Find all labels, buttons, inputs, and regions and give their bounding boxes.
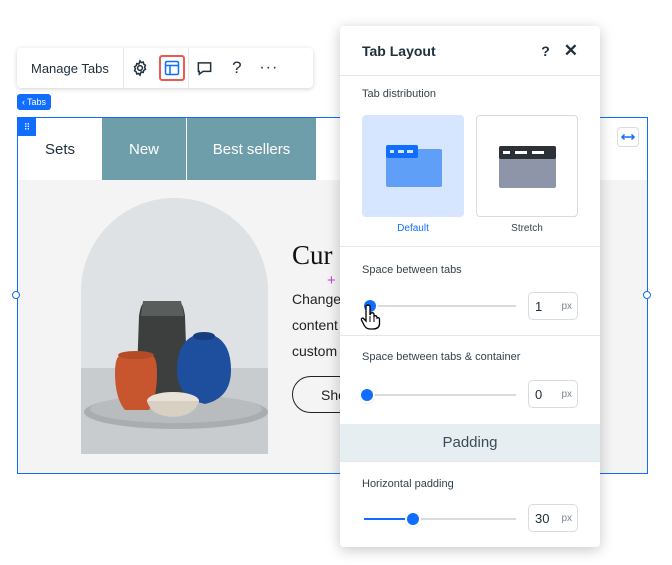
tabs-tag-label: Tabs	[27, 97, 47, 107]
tab-distribution-label: Tab distribution	[362, 88, 436, 100]
drag-handle[interactable]: ⠿	[18, 118, 36, 136]
drag-dots-icon: ⠿	[23, 121, 31, 132]
horizontal-padding-value: 30	[535, 510, 550, 526]
more-button[interactable]: ···	[253, 48, 285, 88]
horizontal-padding-input[interactable]: 30 px	[528, 504, 578, 532]
layout-button[interactable]	[156, 48, 188, 88]
comment-icon	[197, 61, 212, 76]
comment-button[interactable]	[189, 48, 221, 88]
space-container-track[interactable]	[364, 394, 516, 396]
panel-title: Tab Layout	[362, 42, 436, 59]
hand-cursor-icon	[360, 304, 381, 330]
distribution-default-option[interactable]	[362, 115, 464, 217]
panel-header: Tab Layout ? ✕	[340, 26, 600, 76]
layout-highlight	[158, 55, 185, 81]
horizontal-padding-knob[interactable]	[407, 513, 419, 525]
tabs-breadcrumb-tag[interactable]: ‹ Tabs	[17, 94, 52, 110]
space-container-input[interactable]: 0 px	[528, 380, 578, 408]
horizontal-padding-section: Horizontal padding 30 px	[340, 462, 600, 547]
px-unit-label: px	[561, 512, 572, 524]
tab-layout-panel: Tab Layout ? ✕ Tab distribution Default	[340, 26, 600, 547]
padding-section-header: Padding	[340, 424, 600, 462]
space-between-tabs-track[interactable]	[364, 305, 516, 307]
gear-icon	[133, 59, 147, 77]
space-container-section: Space between tabs & container 0 px	[340, 336, 600, 424]
resize-handle-left[interactable]	[12, 291, 20, 299]
px-unit-label: px	[561, 300, 572, 312]
element-toolbar: Manage Tabs ? ···	[17, 48, 313, 88]
layout-icon	[164, 60, 180, 76]
chevron-left-icon: ‹	[22, 97, 25, 107]
stretch-toggle[interactable]	[617, 127, 639, 147]
tab-distribution-section: Tab distribution Default Stretch	[340, 76, 600, 247]
stretch-option-label: Stretch	[511, 223, 543, 234]
distribution-stretch-option[interactable]	[476, 115, 578, 217]
more-icon: ···	[259, 59, 279, 76]
default-layout-icon	[386, 145, 442, 187]
editor-canvas: Manage Tabs ? ··· ‹ Tabs Sets New Best s…	[0, 0, 672, 565]
settings-button[interactable]	[124, 48, 156, 88]
horizontal-padding-label: Horizontal padding	[362, 478, 454, 490]
space-container-label: Space between tabs & container	[362, 351, 521, 363]
px-unit-label: px	[561, 388, 572, 400]
help-button[interactable]: ?	[221, 48, 253, 88]
space-between-tabs-label: Space between tabs	[362, 264, 462, 276]
space-between-tabs-input[interactable]: 1 px	[528, 292, 578, 320]
stretch-layout-icon	[499, 146, 556, 188]
manage-tabs-button[interactable]: Manage Tabs	[17, 48, 124, 88]
close-icon[interactable]: ✕	[564, 41, 578, 61]
help-icon: ?	[232, 58, 242, 77]
default-option-label: Default	[397, 223, 429, 234]
space-between-tabs-value: 1	[535, 298, 543, 314]
stretch-arrows-icon	[620, 133, 636, 141]
panel-help-icon[interactable]: ?	[541, 43, 550, 59]
resize-handle-right[interactable]	[643, 291, 651, 299]
space-container-value: 0	[535, 386, 543, 402]
space-container-knob[interactable]	[361, 389, 373, 401]
